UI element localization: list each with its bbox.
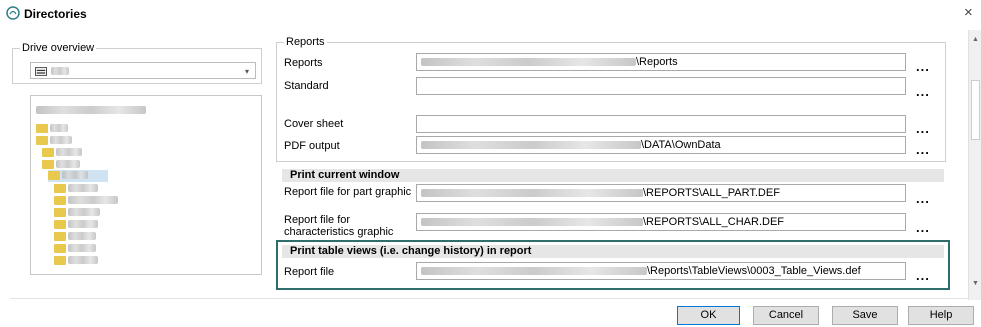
drive-select[interactable]: ▾ <box>30 62 256 79</box>
path-redacted <box>421 189 643 198</box>
report-file-path-field[interactable]: \Reports\TableViews\0003_Table_Views.def <box>416 262 906 280</box>
cover-sheet-browse-button[interactable]: ... <box>916 122 930 135</box>
tree-item[interactable] <box>54 195 118 207</box>
directories-app-icon <box>6 6 20 20</box>
reports-browse-button[interactable]: ... <box>916 60 930 73</box>
report-file-label: Report file <box>284 266 335 278</box>
characteristics-graphic-path-suffix: \REPORTS\ALL_CHAR.DEF <box>643 216 785 228</box>
save-button[interactable]: Save <box>832 306 898 325</box>
tree-item[interactable] <box>54 207 100 219</box>
pdf-output-path-field[interactable]: \DATA\OwnData <box>416 136 906 154</box>
reports-path-field[interactable]: \Reports <box>416 53 906 71</box>
characteristics-graphic-path-field[interactable]: \REPORTS\ALL_CHAR.DEF <box>416 213 906 231</box>
pdf-output-browse-button[interactable]: ... <box>916 143 930 156</box>
tree-item[interactable] <box>54 243 96 255</box>
cover-sheet-label: Cover sheet <box>284 118 344 130</box>
part-graphic-label: Report file for part graphic <box>284 186 412 198</box>
tree-item[interactable] <box>54 231 96 243</box>
report-file-path-suffix: \Reports\TableViews\0003_Table_Views.def <box>647 265 861 277</box>
cover-sheet-path-field[interactable] <box>416 115 906 133</box>
footer-divider <box>10 298 968 299</box>
characteristics-graphic-label: Report file for characteristics graphic <box>284 214 394 238</box>
scroll-up-icon[interactable]: ▲ <box>971 36 980 43</box>
path-redacted <box>421 267 647 276</box>
reports-path-suffix: \Reports <box>636 56 678 68</box>
standard-path-field[interactable] <box>416 77 906 95</box>
window-title: Directories <box>24 7 87 21</box>
standard-browse-button[interactable]: ... <box>916 85 930 98</box>
path-redacted <box>421 141 641 150</box>
reports-group-label: Reports <box>284 36 327 48</box>
pdf-output-path-suffix: \DATA\OwnData <box>641 139 721 151</box>
help-button[interactable]: Help <box>908 306 974 325</box>
part-graphic-browse-button[interactable]: ... <box>916 192 930 205</box>
vertical-scrollbar[interactable]: ▲ ▼ <box>968 30 981 300</box>
characteristics-graphic-browse-button[interactable]: ... <box>916 221 930 234</box>
chevron-down-icon: ▾ <box>244 67 249 76</box>
close-icon[interactable]: × <box>964 4 973 21</box>
scrollbar-thumb[interactable] <box>971 80 980 140</box>
drive-icon <box>35 67 47 76</box>
tree-item-selected[interactable] <box>48 170 108 182</box>
path-redacted <box>421 218 643 227</box>
tree-item[interactable] <box>36 123 68 135</box>
tree-item[interactable] <box>54 255 98 267</box>
pdf-output-label: PDF output <box>284 140 340 152</box>
drive-overview-label: Drive overview <box>20 42 97 54</box>
title-bar: Directories × <box>0 0 981 26</box>
part-graphic-path-field[interactable]: \REPORTS\ALL_PART.DEF <box>416 184 906 202</box>
cancel-button[interactable]: Cancel <box>753 306 819 325</box>
tree-root[interactable] <box>36 105 146 117</box>
print-table-views-header: Print table views (i.e. change history) … <box>282 245 944 258</box>
scroll-down-icon[interactable]: ▼ <box>971 280 980 287</box>
print-current-window-header: Print current window <box>282 169 944 182</box>
ok-button[interactable]: OK <box>677 306 740 325</box>
tree-item[interactable] <box>42 147 82 159</box>
tree-item[interactable] <box>36 135 72 147</box>
part-graphic-path-suffix: \REPORTS\ALL_PART.DEF <box>643 187 780 199</box>
standard-label: Standard <box>284 80 329 92</box>
drive-name-redacted <box>51 67 69 75</box>
tree-item[interactable] <box>54 219 98 231</box>
tree-item[interactable] <box>54 183 98 195</box>
path-redacted <box>421 58 636 67</box>
report-file-browse-button[interactable]: ... <box>916 269 930 282</box>
reports-label: Reports <box>284 57 323 69</box>
